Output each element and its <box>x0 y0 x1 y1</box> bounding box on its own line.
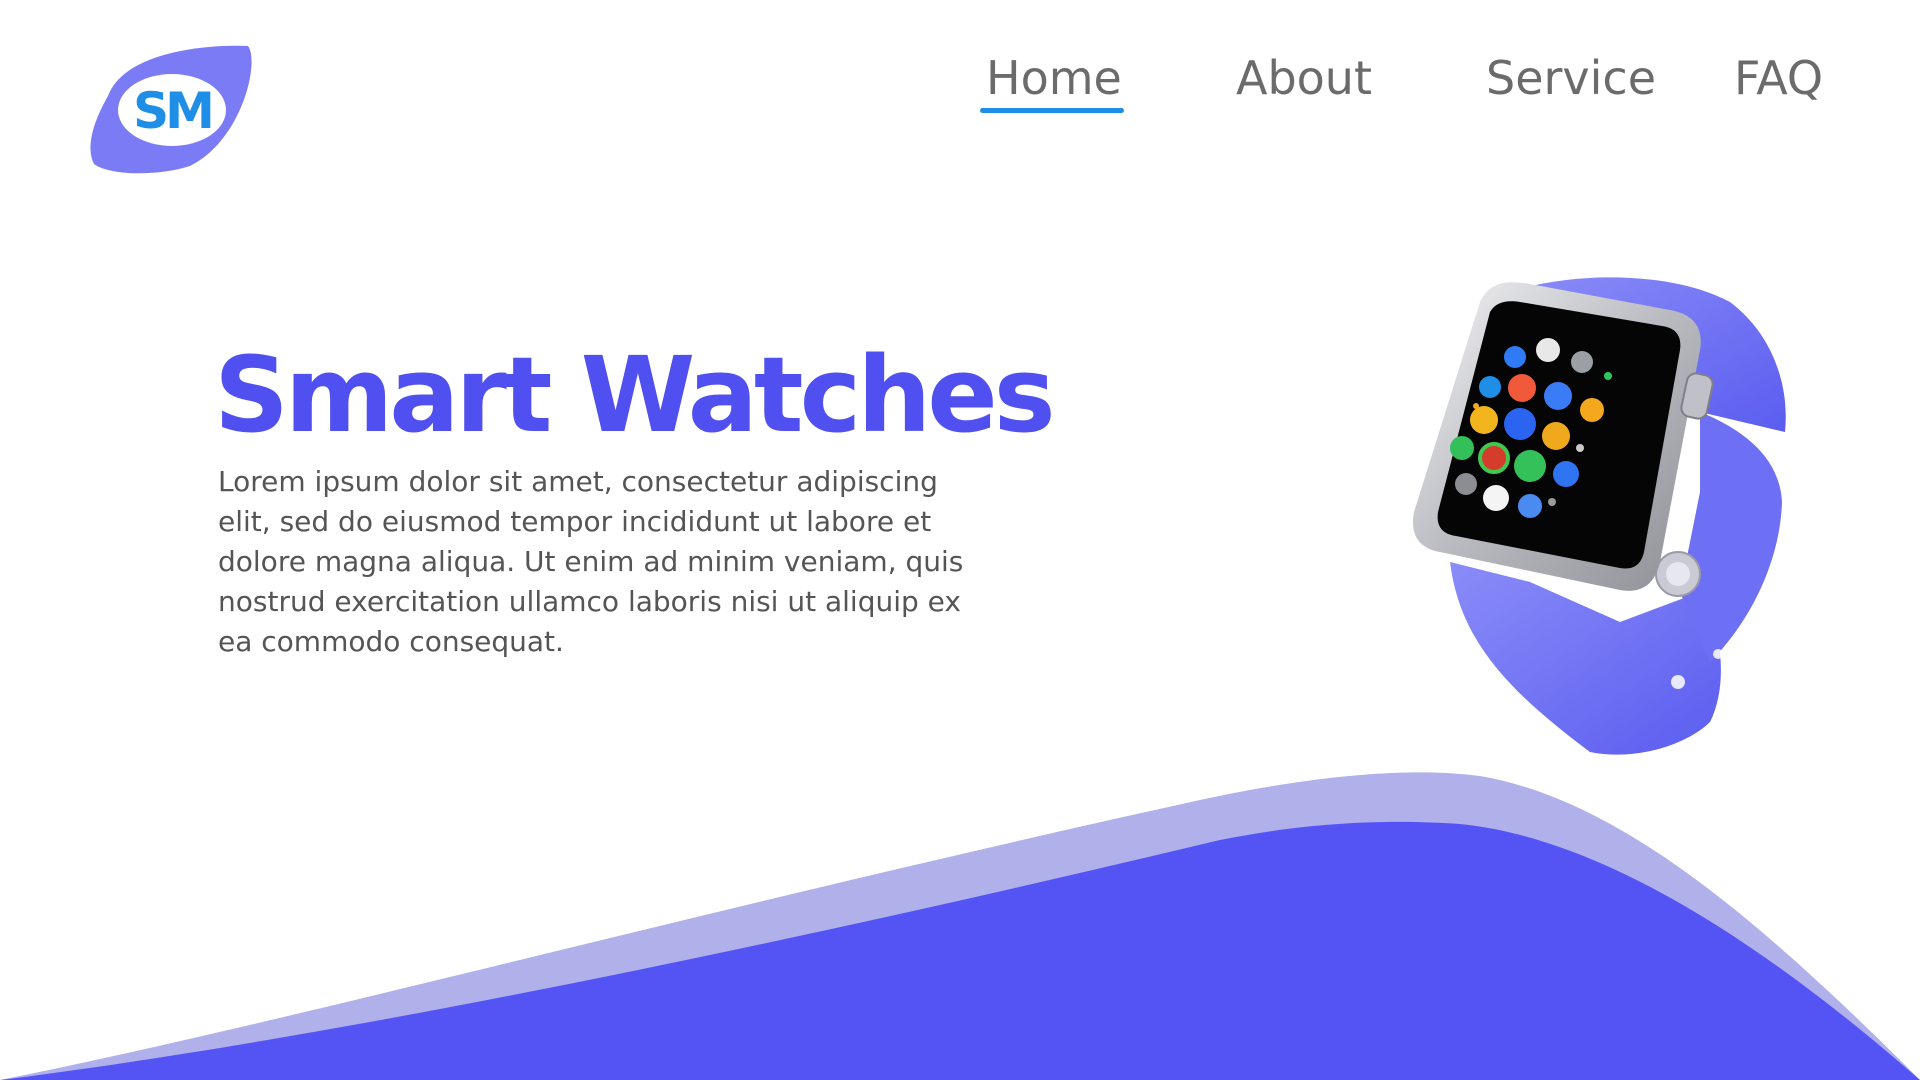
landing-page: SM Home About Service FAQ Smart Watches … <box>0 0 1920 1080</box>
logo-text: SM <box>133 82 211 140</box>
nav-link-home-label: Home <box>986 51 1122 105</box>
logo-badge-icon: SM <box>90 45 252 174</box>
nav-link-service-label: Service <box>1486 51 1657 105</box>
decorative-wave <box>0 740 1920 1080</box>
nav-link-faq[interactable]: FAQ <box>1734 48 1823 108</box>
nav-link-home[interactable]: Home <box>980 48 1124 113</box>
nav-link-about[interactable]: About <box>1236 48 1372 108</box>
smartwatch-image <box>1370 262 1830 762</box>
main-nav: Home About Service FAQ <box>960 48 1860 128</box>
brand-logo[interactable]: SM <box>88 44 256 174</box>
nav-link-faq-label: FAQ <box>1734 51 1824 105</box>
active-nav-indicator <box>980 108 1124 113</box>
nav-link-about-label: About <box>1236 51 1373 105</box>
hero-title: Smart Watches <box>214 334 1056 456</box>
nav-link-service[interactable]: Service <box>1486 48 1656 108</box>
hero-description: Lorem ipsum dolor sit amet, consectetur … <box>218 465 964 658</box>
